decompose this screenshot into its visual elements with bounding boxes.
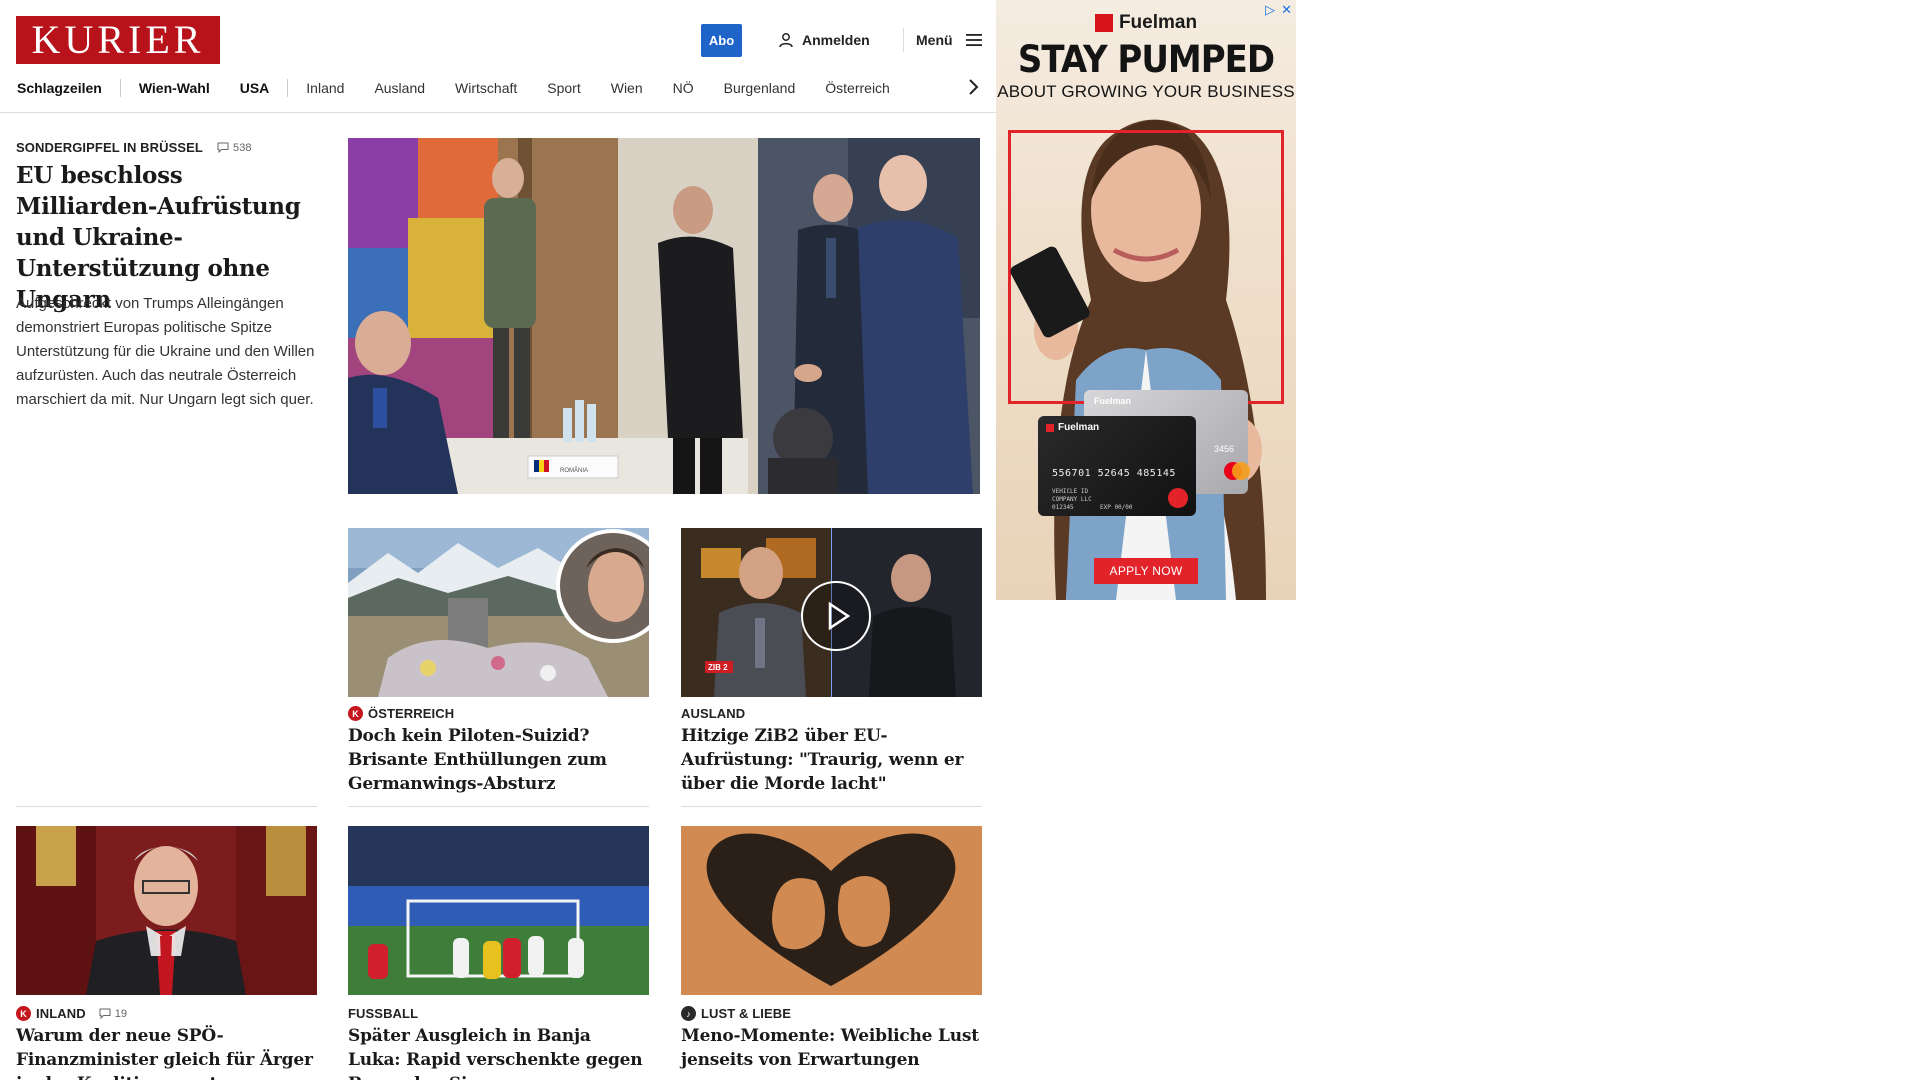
row-divider xyxy=(16,806,317,807)
lead-photo-illustration: ROMÂNIA xyxy=(348,138,980,494)
ad-card-small-number: 3456 xyxy=(1213,444,1234,454)
ad-card-silver-brand: Fuelman xyxy=(1094,396,1132,406)
hamburger-icon xyxy=(965,34,982,46)
card-meno-illustration[interactable] xyxy=(681,826,982,995)
card-kicker[interactable]: K Inland 19 xyxy=(16,1006,127,1021)
ad-card-black-brand: Fuelman xyxy=(1058,422,1100,433)
nav-divider xyxy=(287,79,289,97)
nav-item-schlagzeilen[interactable]: Schlagzeilen xyxy=(17,80,102,96)
card-headline[interactable]: Doch kein Piloten-Suizid? Brisante Enthü… xyxy=(348,724,648,796)
nav-item-burgenland[interactable]: Burgenland xyxy=(724,80,796,96)
card-germanwings-illustration xyxy=(348,528,649,697)
ad-card-id: 012345 xyxy=(1052,504,1074,511)
card-kicker-label: Lust & Liebe xyxy=(701,1006,792,1021)
kurier-logo[interactable]: KURIER xyxy=(16,16,220,64)
ad-subline: ABOUT GROWING YOUR BUSINESS xyxy=(997,82,1295,101)
kurier-plus-badge: K xyxy=(348,706,363,721)
ad-headline: STAY PUMPED xyxy=(1017,38,1275,82)
fuelman-ad[interactable]: ▷ ✕ Fuelman STAY PUMPED ABOUT GROWING YO… xyxy=(996,0,1296,600)
lead-kicker-label: Sondergipfel in Brüssel xyxy=(16,140,203,155)
card-kicker[interactable]: K Österreich xyxy=(348,706,454,721)
lead-kicker[interactable]: Sondergipfel in Brüssel 538 xyxy=(16,140,252,155)
lead-teaser: Aufgeschreckt von Trumps Alleingängen de… xyxy=(16,295,315,408)
ad-brand: Fuelman xyxy=(996,12,1296,34)
menu-button[interactable]: Menü xyxy=(916,30,983,50)
ad-card-black: Fuelman 556701 52645 485145 VEHICLE ID C… xyxy=(1038,416,1196,516)
login-button[interactable]: Anmelden xyxy=(778,30,870,50)
row-divider xyxy=(348,806,649,807)
nav-item-inland[interactable]: Inland xyxy=(306,80,344,96)
card-kicker[interactable]: ♪ Lust & Liebe xyxy=(681,1006,791,1021)
ad-card-holder: VEHICLE ID xyxy=(1052,488,1089,495)
card-kicker[interactable]: Ausland xyxy=(681,706,745,721)
kurier-plus-badge: K xyxy=(16,1006,31,1021)
ad-card-number: 556701 52645 485145 xyxy=(1052,468,1176,479)
comment-icon xyxy=(99,1008,111,1019)
card-kicker[interactable]: Fussball xyxy=(348,1006,418,1021)
nameplate-text: ROMÂNIA xyxy=(560,467,588,474)
fuelman-logo-icon xyxy=(1094,14,1113,32)
card-finanzminister-photo[interactable] xyxy=(16,826,317,995)
card-rapid-photo[interactable] xyxy=(348,826,649,995)
nav-item-wien-wahl[interactable]: Wien-Wahl xyxy=(139,80,210,96)
chevron-right-icon[interactable] xyxy=(965,76,981,98)
login-label: Anmelden xyxy=(802,32,870,48)
ad-brand-label: Fuelman xyxy=(1118,12,1198,33)
card-comment-count[interactable]: 19 xyxy=(99,1008,127,1020)
header-divider-line xyxy=(0,112,996,113)
nav-item-wirtschaft[interactable]: Wirtschaft xyxy=(455,80,517,96)
card-headline[interactable]: Warum der neue SPÖ-Finanzminister gleich… xyxy=(16,1024,316,1080)
header-divider xyxy=(903,28,904,52)
user-icon xyxy=(779,33,793,48)
apply-now-button[interactable]: APPLY NOW xyxy=(1094,558,1198,584)
nav-item-noe[interactable]: NÖ xyxy=(673,80,694,96)
section-nav: Schlagzeilen Wien-Wahl USA Inland Auslan… xyxy=(17,78,983,98)
nav-divider xyxy=(119,79,121,97)
card-headline[interactable]: Hitzige ZiB2 über EU-Aufrüstung: "Trauri… xyxy=(681,724,981,796)
ad-card-company: COMPANY LLC xyxy=(1052,496,1092,503)
row-divider xyxy=(681,806,982,807)
ad-card-exp: EXP 00/00 xyxy=(1100,504,1133,511)
card-kicker-label: Fussball xyxy=(348,1006,419,1021)
nav-item-wien[interactable]: Wien xyxy=(611,80,643,96)
card-germanwings-photo[interactable] xyxy=(348,528,649,697)
lead-comment-number: 538 xyxy=(232,141,252,154)
lead-comment-count[interactable]: 538 xyxy=(217,142,252,154)
card-kicker-label: Österreich xyxy=(368,706,455,721)
play-icon[interactable] xyxy=(800,580,872,652)
nav-item-ausland[interactable]: Ausland xyxy=(374,80,425,96)
card-zib2-video[interactable]: ZIB 2 xyxy=(681,528,982,697)
card-finanzminister-illustration xyxy=(16,826,317,995)
menu-label: Menü xyxy=(916,32,953,48)
abo-button[interactable]: Abo xyxy=(701,24,742,57)
card-comment-number: 19 xyxy=(114,1007,128,1020)
nav-item-sport[interactable]: Sport xyxy=(547,80,580,96)
card-meno-drawing xyxy=(681,826,982,995)
card-kicker-label: Ausland xyxy=(681,706,746,721)
card-headline[interactable]: Meno-Momente: Weibliche Lust jenseits vo… xyxy=(681,1024,981,1072)
nav-item-usa[interactable]: USA xyxy=(240,80,270,96)
card-headline[interactable]: Später Ausgleich in Banja Luka: Rapid ve… xyxy=(348,1024,648,1080)
tv-logo-text: ZIB 2 xyxy=(708,663,728,672)
card-rapid-illustration xyxy=(348,826,649,995)
lust-liebe-badge: ♪ xyxy=(681,1006,696,1021)
comment-icon xyxy=(217,142,229,153)
ad-card-emblem xyxy=(1168,488,1188,508)
lead-photo[interactable]: ROMÂNIA xyxy=(348,138,980,494)
card-kicker-label: Inland xyxy=(36,1006,86,1021)
nav-item-oesterreich[interactable]: Österreich xyxy=(825,80,890,96)
